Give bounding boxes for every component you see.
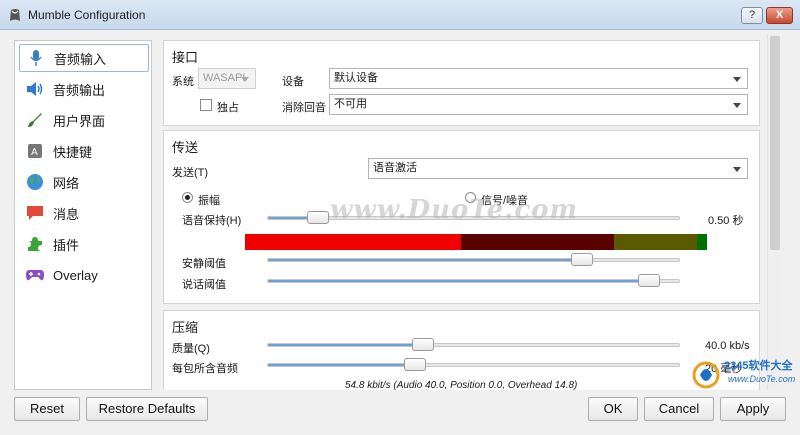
- microphone-icon: [26, 48, 46, 68]
- window-title: Mumble Configuration: [28, 8, 146, 22]
- device-label: 设备: [282, 76, 304, 88]
- meter-green-segment: [697, 234, 707, 250]
- close-button[interactable]: X: [766, 7, 793, 24]
- brush-icon: [25, 110, 45, 130]
- sidebar-item-label: 音频输入: [54, 51, 107, 67]
- meter-red-segment: [245, 234, 461, 250]
- meter-olive-segment: [614, 234, 697, 250]
- slider-fill: [268, 259, 582, 261]
- transmit-select-value: 语音激活: [373, 162, 417, 174]
- compression-group: 压缩 质量(Q) 40.0 kb/s 每包所含音频 20 毫秒 54.8 kbi…: [163, 310, 760, 390]
- frames-per-packet-value: 20 毫秒: [705, 363, 743, 375]
- slider-fill: [268, 364, 415, 366]
- frames-per-packet-slider[interactable]: [267, 358, 680, 371]
- transmit-select[interactable]: 语音激活: [368, 158, 748, 179]
- voice-hold-label: 语音保持(H): [182, 215, 242, 227]
- speech-threshold-slider[interactable]: [267, 274, 680, 287]
- sidebar-item-plugins[interactable]: 插件: [19, 230, 149, 258]
- apply-button[interactable]: Apply: [720, 397, 786, 421]
- chevron-down-icon: [733, 167, 741, 172]
- slider-thumb[interactable]: [412, 338, 434, 351]
- chevron-down-icon: [733, 77, 741, 82]
- sidebar-item-label: 网络: [53, 175, 80, 191]
- puzzle-piece-icon: [25, 234, 45, 254]
- meter-dark-red-segment: [461, 234, 614, 250]
- speaker-icon: [25, 79, 45, 99]
- amplitude-radio[interactable]: [182, 192, 193, 203]
- snr-radio[interactable]: [465, 192, 476, 203]
- quality-value: 40.0 kb/s: [705, 340, 750, 352]
- transmit-label: 发送(T): [172, 167, 209, 179]
- title-bar: Mumble Configuration ? X: [0, 0, 800, 30]
- content-scrollbar[interactable]: [767, 34, 781, 390]
- audio-level-meter: [245, 234, 707, 250]
- chevron-down-icon: [241, 77, 249, 82]
- slider-fill: [268, 344, 423, 346]
- system-select[interactable]: WASAPI: [198, 68, 256, 89]
- sidebar-item-network[interactable]: 网络: [19, 168, 149, 196]
- slider-thumb[interactable]: [571, 253, 593, 266]
- slider-thumb[interactable]: [307, 211, 329, 224]
- frames-per-packet-label: 每包所含音频: [172, 363, 238, 375]
- silence-threshold-slider[interactable]: [267, 253, 680, 266]
- scroll-thumb[interactable]: [770, 36, 780, 250]
- sidebar-item-label: 插件: [53, 237, 80, 253]
- quality-label: 质量(Q): [172, 343, 210, 355]
- sidebar-item-label: 音频输出: [53, 82, 106, 98]
- help-button[interactable]: ?: [741, 7, 763, 24]
- slider-fill: [268, 280, 649, 282]
- silence-threshold-label: 安静阈值: [182, 258, 226, 270]
- voice-hold-slider[interactable]: [267, 211, 680, 224]
- group-title: 压缩: [172, 320, 199, 335]
- gamepad-icon: [25, 265, 45, 285]
- speech-threshold-label: 说话阈值: [182, 279, 226, 291]
- exclusive-label: 独占: [217, 102, 239, 114]
- globe-icon: [25, 172, 45, 192]
- restore-defaults-button[interactable]: Restore Defaults: [86, 397, 208, 421]
- cancel-button[interactable]: Cancel: [644, 397, 714, 421]
- sidebar-item-shortcuts[interactable]: A 快捷键: [19, 137, 149, 165]
- echo-cancel-label: 消除回音: [282, 102, 326, 114]
- svg-text:A: A: [31, 147, 38, 158]
- ok-button[interactable]: OK: [588, 397, 638, 421]
- snr-label: 信号/噪音: [481, 195, 529, 207]
- slider-thumb[interactable]: [638, 274, 660, 287]
- echo-cancel-select-value: 不可用: [334, 98, 367, 110]
- slider-thumb[interactable]: [404, 358, 426, 371]
- system-select-value: WASAPI: [203, 72, 246, 84]
- echo-cancel-select[interactable]: 不可用: [329, 94, 748, 115]
- sidebar-item-label: 消息: [53, 206, 80, 222]
- device-select[interactable]: 默认设备: [329, 68, 748, 89]
- transmission-group: 传送 发送(T) 语音激活 振幅 信号/噪音 语音保持(H) 0.50 秒 安静…: [163, 130, 760, 304]
- settings-sidebar: 音频输入 音频输出 用户界面 A 快捷键 网络 消息 插件 Overlay: [14, 40, 152, 390]
- sidebar-item-messages[interactable]: 消息: [19, 199, 149, 227]
- sidebar-item-label: Overlay: [53, 267, 98, 283]
- chevron-down-icon: [733, 103, 741, 108]
- voice-hold-value: 0.50 秒: [708, 215, 744, 227]
- chat-bubble-icon: [25, 203, 45, 223]
- reset-button[interactable]: Reset: [14, 397, 80, 421]
- mumble-logo-icon: [7, 7, 23, 23]
- keyboard-key-icon: A: [25, 141, 45, 161]
- system-label: 系统: [172, 76, 194, 88]
- sidebar-item-overlay[interactable]: Overlay: [19, 261, 149, 289]
- interface-group: 接口 系统 WASAPI 设备 默认设备 独占 消除回音 不可用: [163, 40, 760, 126]
- amplitude-label: 振幅: [198, 195, 220, 207]
- sidebar-item-user-interface[interactable]: 用户界面: [19, 106, 149, 134]
- quality-slider[interactable]: [267, 338, 680, 351]
- sidebar-item-label: 快捷键: [53, 144, 93, 160]
- sidebar-item-audio-output[interactable]: 音频输出: [19, 75, 149, 103]
- device-select-value: 默认设备: [334, 72, 378, 84]
- sidebar-item-label: 用户界面: [53, 113, 106, 129]
- group-title: 传送: [172, 140, 199, 155]
- settings-content: 接口 系统 WASAPI 设备 默认设备 独占 消除回音 不可用 传送 发送(T…: [160, 34, 767, 390]
- sidebar-item-audio-input[interactable]: 音频输入: [19, 44, 149, 72]
- group-title: 接口: [172, 50, 199, 65]
- exclusive-checkbox[interactable]: [200, 99, 212, 111]
- bitrate-summary: 54.8 kbit/s (Audio 40.0, Position 0.0, O…: [345, 380, 578, 390]
